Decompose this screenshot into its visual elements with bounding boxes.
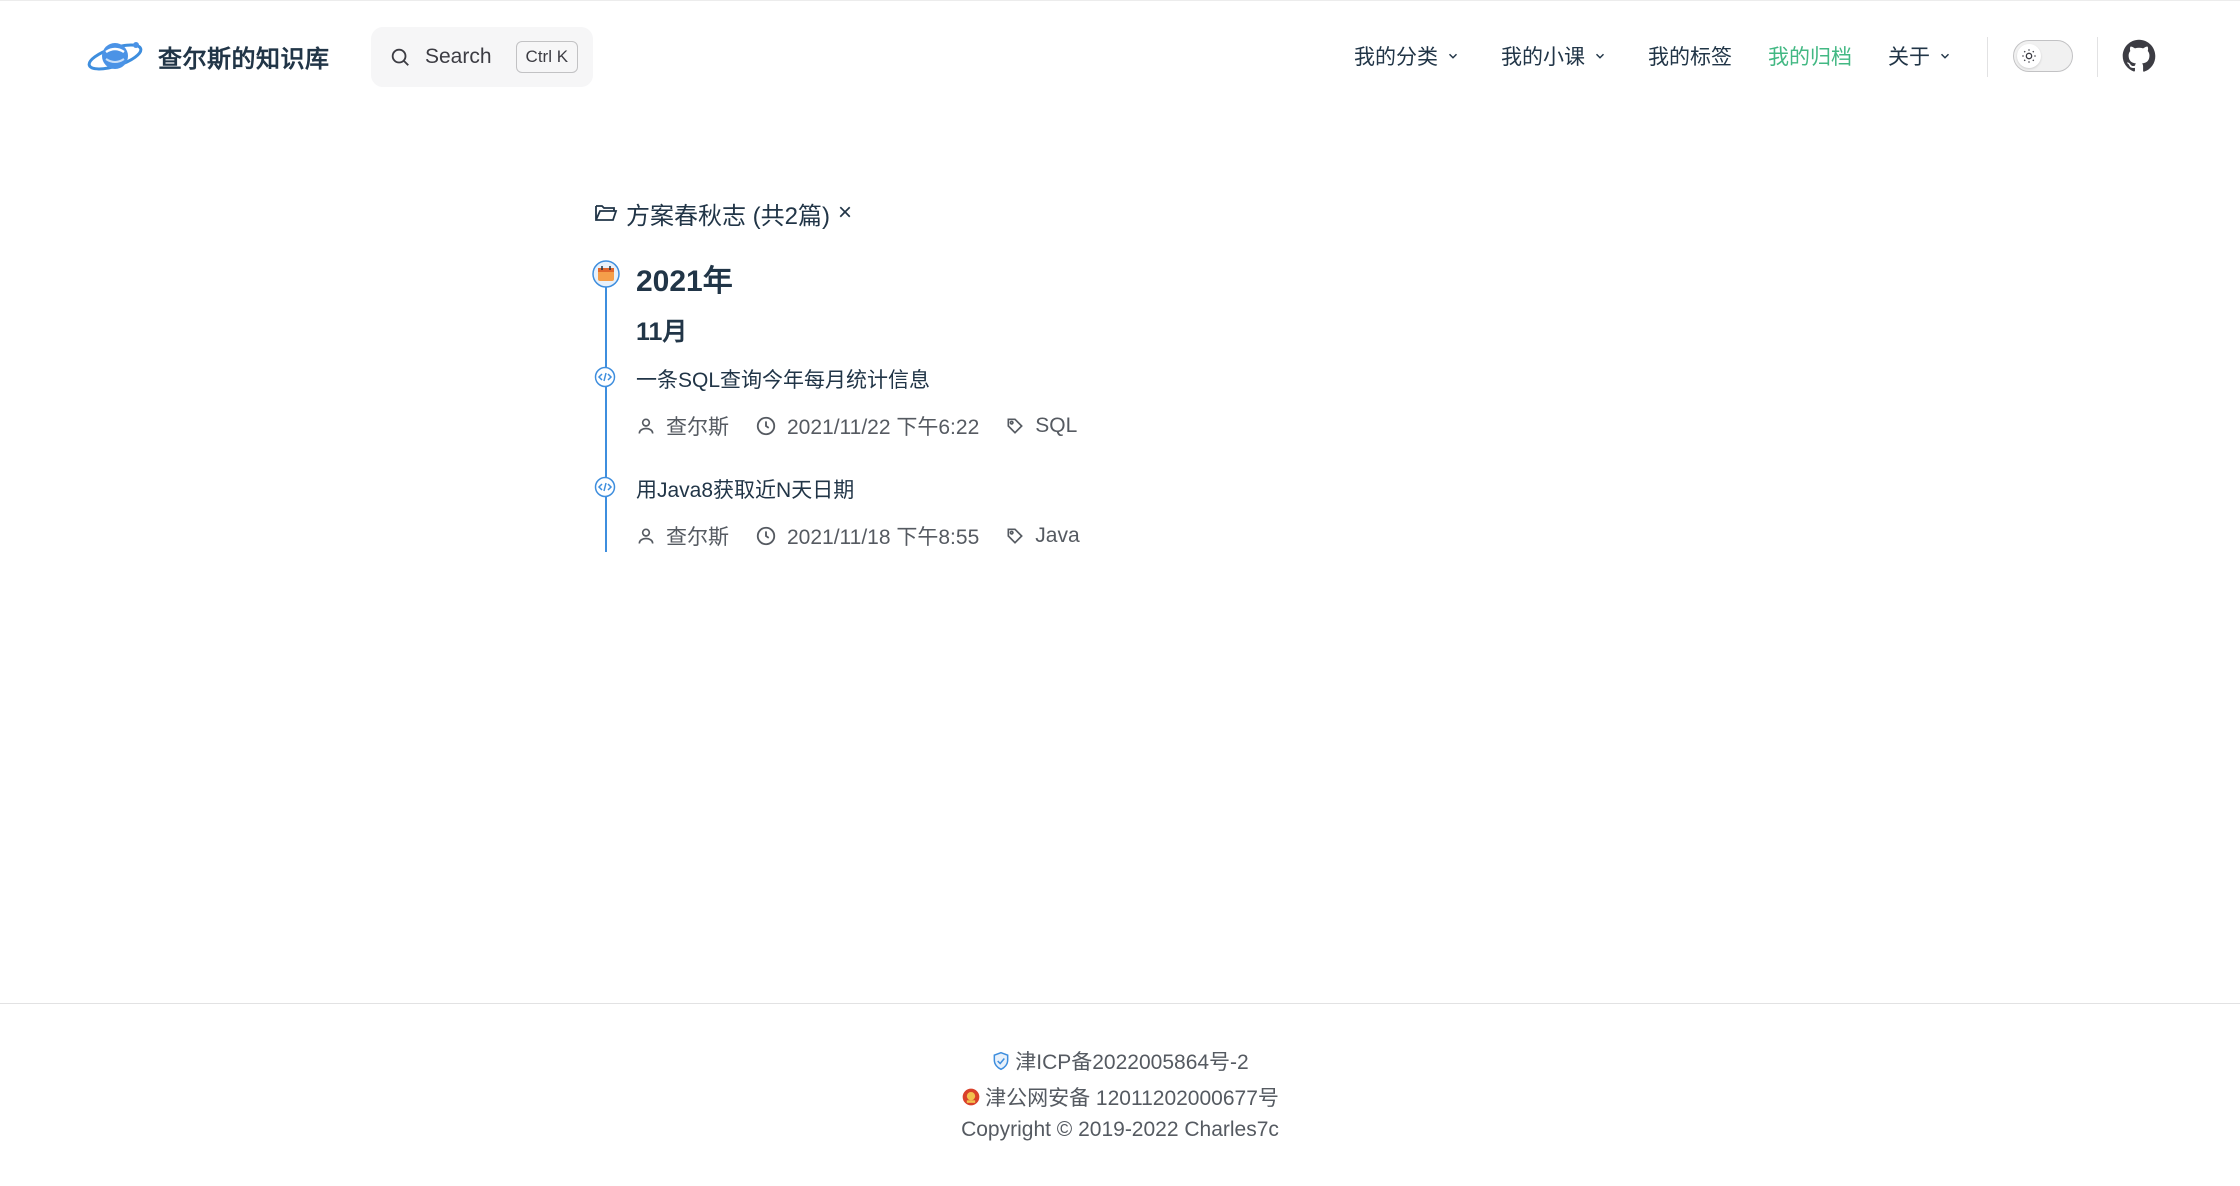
clock-icon [756, 416, 776, 436]
user-icon [638, 418, 654, 434]
theme-toggle-switch[interactable] [2013, 40, 2073, 72]
planet-logo-icon [87, 42, 143, 71]
article-title-link[interactable]: 用Java8获取近N天日期 [636, 474, 854, 504]
code-icon [594, 366, 616, 388]
chevron-down-icon [1940, 53, 1950, 59]
tag-icon [1007, 528, 1024, 544]
top-nav: 查尔斯的知识库 Search Ctrl K 我的分类 我的小课 我的标签 我的归… [0, 0, 2240, 110]
article-date-text: 2021/11/18 下午8:55 [787, 526, 980, 549]
nav-item-label: 关于 [1888, 46, 1930, 69]
article-tag-link[interactable]: SQL [1005, 414, 1077, 438]
article-author-name: 查尔斯 [666, 526, 729, 549]
site-title: 查尔斯的知识库 [158, 45, 330, 73]
nav-divider [1987, 37, 1988, 77]
copyright: Copyright © 2019-2022 Charles7c [0, 1118, 2240, 1142]
shield-icon [993, 1051, 1009, 1071]
search-label: Search [425, 45, 492, 68]
clear-filter-button[interactable]: × [838, 199, 852, 227]
nav-item-courses[interactable]: 我的小课 [1501, 37, 1607, 75]
article-meta: 查尔斯 2021/11/22 下午6:22 SQL [636, 411, 1077, 441]
article-tag-text: Java [1035, 524, 1080, 547]
nav-divider [2097, 37, 2098, 77]
nav-item-categories[interactable]: 我的分类 [1354, 37, 1460, 75]
tag-icon [1007, 418, 1024, 434]
police-record-link[interactable]: 津公网安备 12011202000677号 [0, 1082, 2240, 1112]
nav-item-label: 我的分类 [1354, 46, 1438, 69]
nav-item-label: 我的标签 [1648, 46, 1732, 69]
chevron-down-icon [1448, 53, 1458, 59]
police-record-text: 津公网安备 12011202000677号 [985, 1087, 1279, 1110]
clock-icon [756, 526, 776, 546]
search-shortcut-hint: Ctrl K [515, 41, 579, 73]
chevron-down-icon [1595, 53, 1605, 59]
police-badge-icon [962, 1088, 980, 1106]
code-icon [594, 476, 616, 498]
article-author-name: 查尔斯 [666, 416, 729, 439]
article-author: 查尔斯 [636, 521, 729, 551]
sun-icon [2022, 49, 2036, 63]
article-meta: 查尔斯 2021/11/18 下午8:55 Java [636, 521, 1080, 551]
nav-item-archives[interactable]: 我的归档 [1768, 37, 1852, 75]
timeline-line [605, 280, 607, 552]
folder-open-icon [595, 205, 618, 221]
article-tag-link[interactable]: Java [1005, 524, 1080, 548]
icp-record-link[interactable]: 津ICP备2022005864号-2 [0, 1046, 2240, 1076]
article-author: 查尔斯 [636, 411, 729, 441]
calendar-year-icon [592, 260, 620, 288]
article-date: 2021/11/18 下午8:55 [755, 521, 979, 551]
copyright-text: Copyright © 2019-2022 Charles7c [961, 1118, 1279, 1141]
nav-item-about[interactable]: 关于 [1888, 37, 1952, 75]
article-tag-text: SQL [1035, 414, 1078, 437]
category-filter: 方案春秋志 (共2篇) × [594, 196, 852, 230]
article-date-text: 2021/11/22 下午6:22 [787, 416, 980, 439]
site-logo-link[interactable]: 查尔斯的知识库 [86, 34, 330, 78]
nav-item-label: 我的归档 [1768, 46, 1852, 69]
archive-year-heading: 2021年 [636, 265, 733, 298]
nav-item-tags[interactable]: 我的标签 [1648, 37, 1732, 75]
search-button[interactable]: Search Ctrl K [371, 27, 593, 87]
theme-toggle-knob [2017, 44, 2041, 68]
search-icon [391, 48, 409, 66]
github-icon[interactable] [2122, 39, 2156, 73]
category-filter-label: 方案春秋志 (共2篇) [626, 202, 830, 230]
article-title-link[interactable]: 一条SQL查询今年每月统计信息 [636, 364, 930, 394]
site-footer: 津ICP备2022005864号-2 津公网安备 12011202000677号… [0, 1003, 2240, 1186]
icp-record-text: 津ICP备2022005864号-2 [1015, 1051, 1249, 1074]
article-date: 2021/11/22 下午6:22 [755, 411, 979, 441]
user-icon [638, 528, 654, 544]
nav-item-label: 我的小课 [1501, 46, 1585, 69]
archive-month-heading: 11月 [636, 318, 688, 346]
